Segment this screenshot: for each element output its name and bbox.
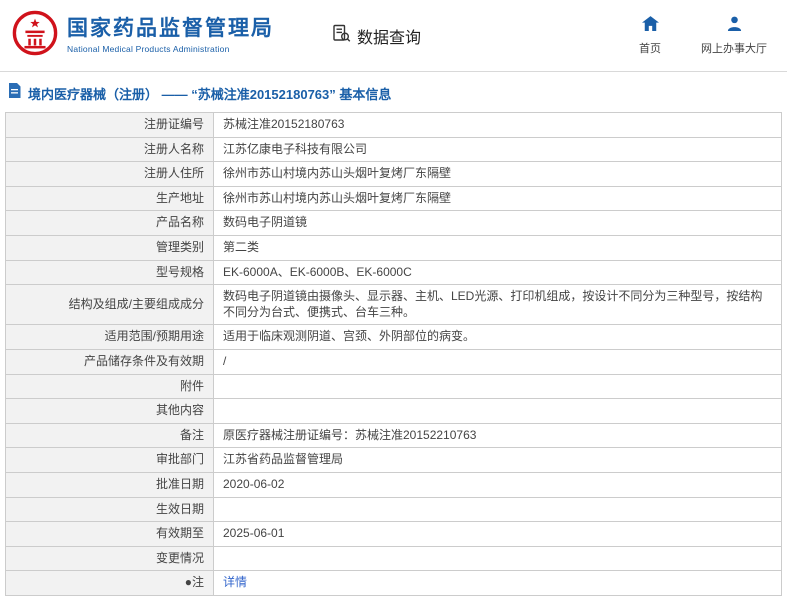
row-value: / [214, 349, 782, 374]
row-value [214, 374, 782, 399]
table-row: 其他内容 [6, 399, 782, 424]
detail-link[interactable]: 详情 [223, 575, 247, 589]
row-value: EK-6000A、EK-6000B、EK-6000C [214, 260, 782, 285]
row-label: 适用范围/预期用途 [6, 325, 214, 350]
agency-name-en: National Medical Products Administration [67, 44, 274, 54]
row-label: ●注 [6, 571, 214, 596]
row-label: 型号规格 [6, 260, 214, 285]
table-row: 产品储存条件及有效期/ [6, 349, 782, 374]
online-hall-label: 网上办事大厅 [701, 40, 767, 56]
page-title: 境内医疗器械（注册） —— “苏械注准20152180763” 基本信息 [28, 84, 391, 103]
table-row: 注册证编号苏械注准20152180763 [6, 113, 782, 138]
row-value: 2020-06-02 [214, 472, 782, 497]
table-row: 注册人名称江苏亿康电子科技有限公司 [6, 137, 782, 162]
table-row: 备注原医疗器械注册证编号：苏械注准20152210763 [6, 423, 782, 448]
home-icon [642, 16, 659, 36]
table-row: 生效日期 [6, 497, 782, 522]
table-row: 型号规格EK-6000A、EK-6000B、EK-6000C [6, 260, 782, 285]
table-row: 管理类别第二类 [6, 235, 782, 260]
row-value: 数码电子阴道镜 [214, 211, 782, 236]
row-value: 第二类 [214, 235, 782, 260]
row-label: 产品名称 [6, 211, 214, 236]
row-label: 变更情况 [6, 546, 214, 571]
table-row: 附件 [6, 374, 782, 399]
national-emblem-icon [12, 10, 58, 61]
data-query-label: 数据查询 [357, 24, 421, 48]
agency-title-block: 国家药品监督管理局 National Medical Products Admi… [67, 17, 274, 53]
table-row: ●注详情 [6, 571, 782, 596]
agency-name-cn: 国家药品监督管理局 [67, 17, 274, 41]
row-value: 2025-06-01 [214, 522, 782, 547]
row-value: 江苏省药品监督管理局 [214, 448, 782, 473]
row-label: 附件 [6, 374, 214, 399]
table-row: 变更情况 [6, 546, 782, 571]
row-value: 详情 [214, 571, 782, 596]
row-value [214, 399, 782, 424]
row-label: 产品储存条件及有效期 [6, 349, 214, 374]
row-value [214, 546, 782, 571]
section-title-bar: 境内医疗器械（注册） —— “苏械注准20152180763” 基本信息 [0, 72, 787, 112]
row-label: 有效期至 [6, 522, 214, 547]
row-label: 生产地址 [6, 186, 214, 211]
info-table-body: 注册证编号苏械注准20152180763注册人名称江苏亿康电子科技有限公司注册人… [6, 113, 782, 596]
row-label: 批准日期 [6, 472, 214, 497]
row-label: 结构及组成/主要组成成分 [6, 285, 214, 325]
table-row: 注册人住所徐州市苏山村境内苏山头烟叶复烤厂东隔壁 [6, 162, 782, 187]
row-label: 生效日期 [6, 497, 214, 522]
row-label: 审批部门 [6, 448, 214, 473]
table-row: 适用范围/预期用途适用于临床观测阴道、宫颈、外阴部位的病变。 [6, 325, 782, 350]
table-row: 审批部门江苏省药品监督管理局 [6, 448, 782, 473]
table-row: 结构及组成/主要组成成分数码电子阴道镜由摄像头、显示器、主机、LED光源、打印机… [6, 285, 782, 325]
data-query-icon [332, 24, 351, 48]
row-label: 管理类别 [6, 235, 214, 260]
table-row: 批准日期2020-06-02 [6, 472, 782, 497]
row-value: 苏械注准20152180763 [214, 113, 782, 138]
registration-info-table: 注册证编号苏械注准20152180763注册人名称江苏亿康电子科技有限公司注册人… [5, 112, 782, 596]
row-label: 其他内容 [6, 399, 214, 424]
person-icon [726, 16, 743, 36]
row-value: 徐州市苏山村境内苏山头烟叶复烤厂东隔壁 [214, 186, 782, 211]
page-header: 国家药品监督管理局 National Medical Products Admi… [0, 0, 787, 72]
row-label: 注册人住所 [6, 162, 214, 187]
row-value: 江苏亿康电子科技有限公司 [214, 137, 782, 162]
table-row: 产品名称数码电子阴道镜 [6, 211, 782, 236]
home-label: 首页 [639, 40, 661, 56]
row-value [214, 497, 782, 522]
row-value: 徐州市苏山村境内苏山头烟叶复烤厂东隔壁 [214, 162, 782, 187]
row-label: 备注 [6, 423, 214, 448]
row-label: 注册人名称 [6, 137, 214, 162]
row-value: 原医疗器械注册证编号：苏械注准20152210763 [214, 423, 782, 448]
document-icon [8, 83, 21, 103]
nav-online-hall[interactable]: 网上办事大厅 [701, 16, 767, 56]
row-value: 数码电子阴道镜由摄像头、显示器、主机、LED光源、打印机组成，按设计不同分为三种… [214, 285, 782, 325]
row-label: 注册证编号 [6, 113, 214, 138]
nav-home[interactable]: 首页 [639, 16, 661, 56]
table-row: 有效期至2025-06-01 [6, 522, 782, 547]
nav-data-query[interactable]: 数据查询 [332, 24, 421, 48]
table-row: 生产地址徐州市苏山村境内苏山头烟叶复烤厂东隔壁 [6, 186, 782, 211]
row-value: 适用于临床观测阴道、宫颈、外阴部位的病变。 [214, 325, 782, 350]
